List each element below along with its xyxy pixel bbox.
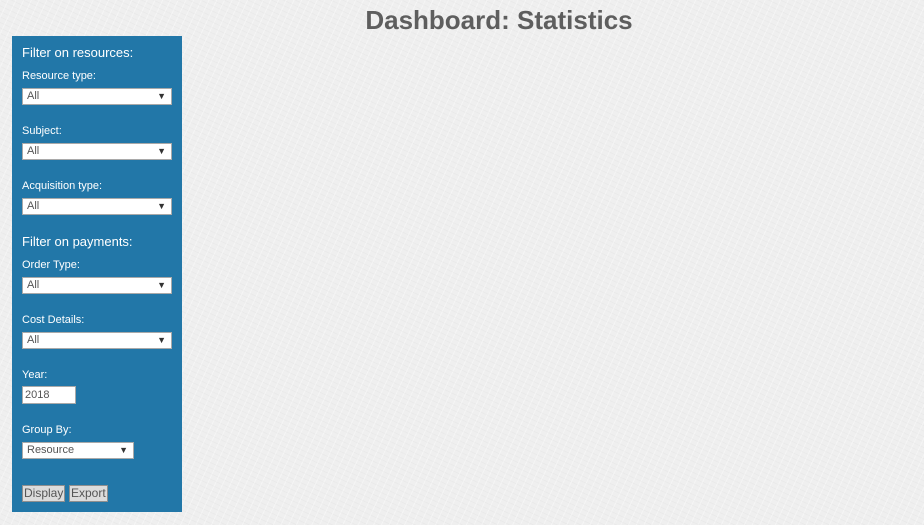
filter-sidebar: Filter on resources: Resource type: All … bbox=[12, 36, 182, 512]
group-by-select[interactable]: Resource ▼ bbox=[22, 442, 134, 459]
group-by-value: Resource bbox=[27, 444, 75, 456]
acquisition-type-value: All bbox=[27, 200, 40, 212]
chevron-down-icon: ▼ bbox=[157, 146, 166, 156]
order-type-value: All bbox=[27, 279, 40, 291]
page-title: Dashboard: Statistics bbox=[365, 5, 633, 35]
chevron-down-icon: ▼ bbox=[157, 201, 166, 211]
subject-select[interactable]: All ▼ bbox=[22, 143, 172, 160]
order-type-select[interactable]: All ▼ bbox=[22, 277, 172, 294]
resource-type-select[interactable]: All ▼ bbox=[22, 88, 172, 105]
cost-details-label: Cost Details: bbox=[22, 314, 85, 326]
display-button[interactable]: Display bbox=[22, 485, 66, 502]
year-label: Year: bbox=[22, 369, 48, 381]
chevron-down-icon: ▼ bbox=[119, 445, 128, 455]
chevron-down-icon: ▼ bbox=[157, 335, 166, 345]
export-button[interactable]: Export bbox=[69, 485, 108, 502]
acquisition-type-label: Acquisition type: bbox=[22, 180, 103, 192]
cost-details-select[interactable]: All ▼ bbox=[22, 332, 172, 349]
order-type-label: Order Type: bbox=[22, 259, 80, 271]
group-by-label: Group By: bbox=[22, 424, 72, 436]
subject-value: All bbox=[27, 145, 40, 157]
filter-resources-heading: Filter on resources: bbox=[22, 45, 134, 60]
cost-details-value: All bbox=[27, 334, 40, 346]
filter-payments-heading: Filter on payments: bbox=[22, 234, 133, 249]
acquisition-type-select[interactable]: All ▼ bbox=[22, 198, 172, 215]
year-input[interactable] bbox=[22, 386, 76, 404]
chevron-down-icon: ▼ bbox=[157, 91, 166, 101]
resource-type-value: All bbox=[27, 90, 40, 102]
chevron-down-icon: ▼ bbox=[157, 280, 166, 290]
subject-label: Subject: bbox=[22, 125, 62, 137]
resource-type-label: Resource type: bbox=[22, 70, 96, 82]
